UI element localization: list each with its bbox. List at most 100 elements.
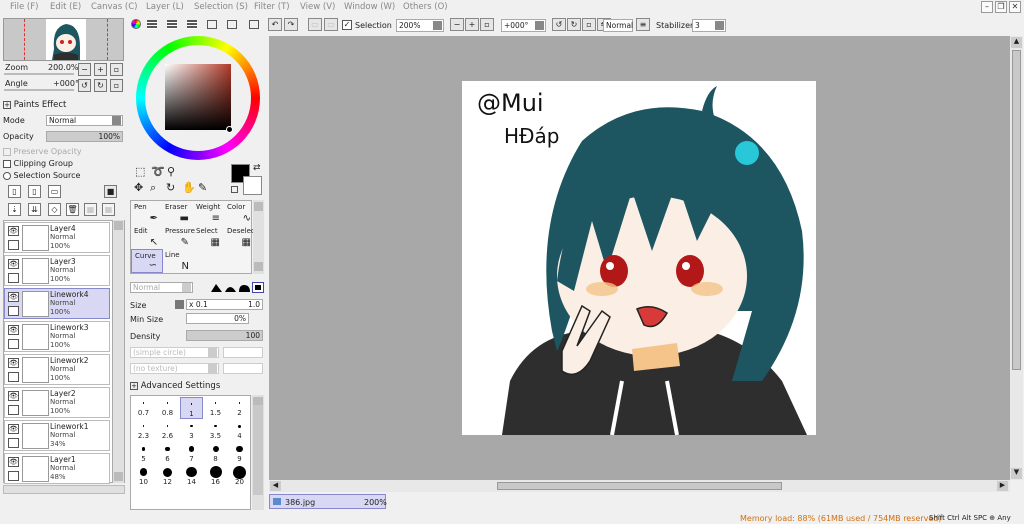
layer-row[interactable]: 👁 Layer2 Normal 100% <box>4 387 110 418</box>
rotate-reset-icon[interactable]: ▫ <box>110 79 123 92</box>
tool-scrollbar[interactable] <box>253 200 264 274</box>
saturation-value-square[interactable] <box>165 64 231 130</box>
canvas-rotate-reset-icon[interactable]: ▫ <box>582 18 596 31</box>
intermediate-color-tab-icon[interactable] <box>187 20 197 29</box>
canvas-rotate-left-icon[interactable]: ↺ <box>552 18 566 31</box>
brush-size-preset[interactable]: 0.7 <box>132 397 155 419</box>
brush-size-preset[interactable]: 3.5 <box>204 420 227 442</box>
brush-size-preset[interactable]: 1 <box>180 397 203 419</box>
move-icon[interactable]: ✥ <box>134 181 143 194</box>
angle-select[interactable]: +000° <box>501 19 546 32</box>
deselect-icon[interactable]: ▭ <box>308 18 322 31</box>
brush-size-preset[interactable]: 6 <box>156 443 179 465</box>
view-mode-dropdown-icon[interactable]: ≡ <box>636 18 650 31</box>
user-swatch-tab-icon[interactable] <box>249 20 259 29</box>
tool-deselect[interactable]: Deselect ▦ <box>224 225 258 249</box>
apply-mask-icon[interactable]: ▦ <box>84 203 97 216</box>
redo-icon[interactable]: ↷ <box>284 18 298 31</box>
hsv-sliders-tab-icon[interactable] <box>167 20 177 29</box>
brush-size-preset[interactable]: 0.8 <box>156 397 179 419</box>
opacity-slider[interactable]: 100% <box>46 131 123 142</box>
canvas-zoom-in-icon[interactable]: + <box>465 18 479 31</box>
layer-row[interactable]: 👁 Linework4 Normal 100% <box>4 288 110 319</box>
brush-size-preset[interactable]: 9 <box>228 443 251 465</box>
mode-select[interactable]: Normal <box>46 115 123 126</box>
canvas-zoom-out-icon[interactable]: − <box>450 18 464 31</box>
visibility-eye-icon[interactable]: 👁 <box>8 292 19 302</box>
tool-curve[interactable]: Curve ∽ <box>131 249 163 273</box>
layer-row[interactable]: 👁 Layer4 Normal 100% <box>4 222 110 253</box>
clear-layer-icon[interactable]: ◇ <box>48 203 61 216</box>
preserve-opacity-checkbox[interactable]: Preserve Opacity <box>3 147 82 156</box>
new-linework-icon[interactable]: ▯ <box>28 185 41 198</box>
visibility-eye-icon[interactable]: 👁 <box>8 226 19 236</box>
zoom-reset-icon[interactable]: ▫ <box>110 63 123 76</box>
undo-icon[interactable]: ↶ <box>268 18 282 31</box>
visibility-eye-icon[interactable]: 👁 <box>8 391 19 401</box>
brush-size-preset[interactable]: 2.3 <box>132 420 155 442</box>
scroll-right-icon[interactable]: ▶ <box>997 481 1008 491</box>
menu-others[interactable]: Others (O) <box>403 2 448 12</box>
lock-checkbox[interactable] <box>8 438 19 448</box>
brush-size-preset[interactable]: 1.5 <box>204 397 227 419</box>
rgb-sliders-tab-icon[interactable] <box>147 20 157 29</box>
zoom-in-icon[interactable]: + <box>94 63 107 76</box>
brush-shape-round-icon[interactable] <box>238 282 251 293</box>
visibility-eye-icon[interactable]: 👁 <box>8 259 19 269</box>
layer-row[interactable]: 👁 Linework1 Normal 34% <box>4 420 110 451</box>
scroll-down-icon[interactable]: ▼ <box>1011 468 1022 479</box>
menu-window[interactable]: Window (W) <box>344 2 395 12</box>
density-slider[interactable]: 100 <box>186 330 263 341</box>
scratchpad-tab-icon[interactable] <box>227 20 237 29</box>
background-color-swatch[interactable] <box>243 176 262 195</box>
brush-texture-strength[interactable] <box>223 363 263 374</box>
angle-slider[interactable] <box>4 89 74 91</box>
menu-canvas[interactable]: Canvas (C) <box>91 2 137 12</box>
brush-texture-select[interactable]: (no texture) <box>130 363 219 374</box>
lock-checkbox[interactable] <box>8 372 19 382</box>
tool-weight[interactable]: Weight ≡ <box>193 201 225 225</box>
stabilizer-select[interactable]: 3 <box>692 19 726 32</box>
navigator-preview[interactable] <box>3 18 124 61</box>
brush-shape-hard-icon[interactable] <box>252 282 264 293</box>
delete-layer-icon[interactable]: 🗑 <box>66 203 79 216</box>
color-picker-handle[interactable] <box>226 126 233 133</box>
hscroll-thumb[interactable] <box>497 482 782 490</box>
invert-selection-icon[interactable]: ▭ <box>324 18 338 31</box>
lasso-icon[interactable]: ➰ <box>151 165 165 178</box>
swap-colors-icon[interactable]: ⇄ <box>253 163 261 173</box>
rotate-right-icon[interactable]: ↻ <box>94 79 107 92</box>
menu-edit[interactable]: Edit (E) <box>50 2 81 12</box>
tool-color[interactable]: Color ∿ <box>224 201 256 225</box>
zoom-select[interactable]: 200% <box>396 19 444 32</box>
brush-size-preset[interactable]: 3 <box>180 420 203 442</box>
min-size-slider[interactable]: 0% <box>186 313 249 324</box>
visibility-eye-icon[interactable]: 👁 <box>8 457 19 467</box>
zoom-icon[interactable]: ⌕ <box>150 181 156 195</box>
layer-row[interactable]: 👁 Linework2 Normal 100% <box>4 354 110 385</box>
transfer-down-icon[interactable]: ⇣ <box>8 203 21 216</box>
rotate-left-icon[interactable]: ↺ <box>78 79 91 92</box>
brush-size-preset[interactable]: 16 <box>204 466 227 488</box>
selection-checkbox[interactable]: ✓ <box>342 20 352 30</box>
brush-size-preset[interactable]: 2.6 <box>156 420 179 442</box>
color-wheel-tab-icon[interactable] <box>131 19 141 29</box>
visibility-eye-icon[interactable]: 👁 <box>8 424 19 434</box>
layer-row[interactable]: 👁 Layer3 Normal 100% <box>4 255 110 286</box>
menu-layer[interactable]: Layer (L) <box>146 2 184 12</box>
canvas-hscrollbar[interactable]: ◀ ▶ <box>269 480 1010 492</box>
lock-checkbox[interactable] <box>8 240 19 250</box>
restore-button[interactable]: ❐ <box>995 1 1007 13</box>
merge-visible-icon[interactable]: ▦ <box>102 203 115 216</box>
menu-file[interactable]: File (F) <box>10 2 38 12</box>
size-mult-dropdown-icon[interactable] <box>175 300 184 309</box>
canvas-vscrollbar[interactable]: ▲ ▼ <box>1010 36 1023 480</box>
zoom-slider[interactable] <box>4 73 74 75</box>
brush-size-scrollbar[interactable] <box>252 395 264 510</box>
view-mode-select[interactable]: Normal <box>603 19 633 32</box>
swatches-tab-icon[interactable] <box>207 20 217 29</box>
lock-checkbox[interactable] <box>8 339 19 349</box>
merge-down-icon[interactable]: ⇊ <box>28 203 41 216</box>
rect-select-icon[interactable]: ⬚ <box>135 165 145 178</box>
menu-filter[interactable]: Filter (T) <box>254 2 290 12</box>
